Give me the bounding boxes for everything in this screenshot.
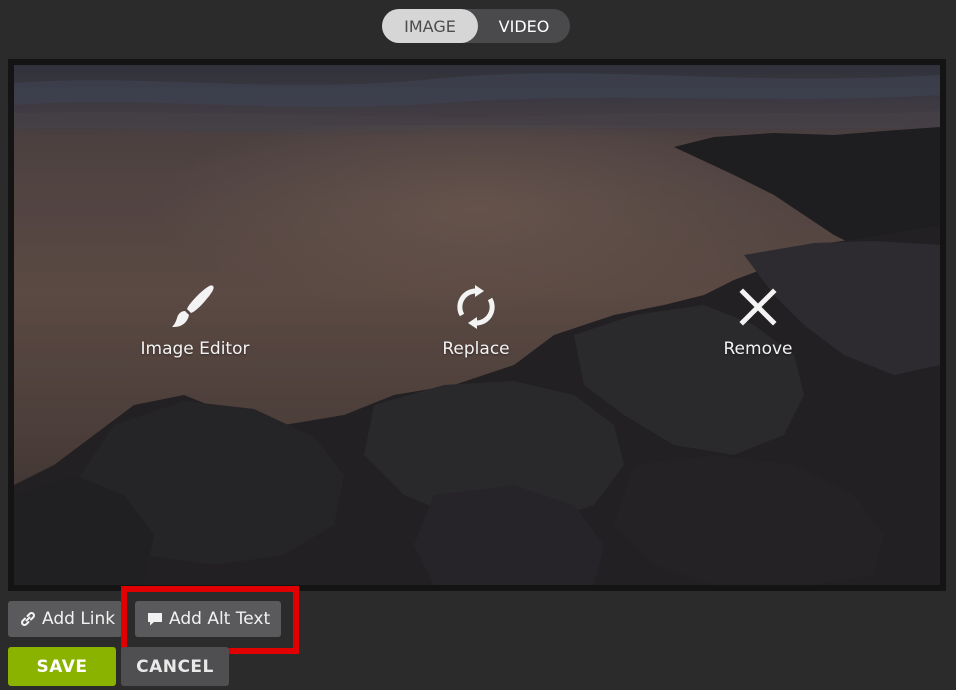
- image-editor-label: Image Editor: [140, 339, 250, 359]
- close-icon: [735, 283, 781, 331]
- save-button[interactable]: SAVE: [8, 647, 116, 686]
- media-type-toggle: IMAGE VIDEO: [382, 9, 570, 43]
- tab-video[interactable]: VIDEO: [478, 9, 570, 43]
- add-alt-text-button[interactable]: Add Alt Text: [135, 601, 281, 637]
- image-preview: Image Editor Replace Remove: [14, 65, 940, 585]
- image-preview-frame: Image Editor Replace Remove: [8, 59, 946, 591]
- add-link-label: Add Link: [42, 609, 116, 629]
- comment-icon: [146, 610, 164, 628]
- remove-button[interactable]: Remove: [683, 283, 833, 367]
- image-editor-button[interactable]: Image Editor: [120, 283, 270, 367]
- add-alt-text-label: Add Alt Text: [169, 609, 271, 629]
- replace-button[interactable]: Replace: [401, 283, 551, 367]
- replace-label: Replace: [442, 339, 510, 359]
- tab-image[interactable]: IMAGE: [382, 9, 478, 43]
- remove-label: Remove: [723, 339, 793, 359]
- cancel-button[interactable]: CANCEL: [121, 647, 229, 686]
- link-icon: [19, 610, 37, 628]
- image-action-overlay: Image Editor Replace Remove: [14, 65, 940, 585]
- add-link-button[interactable]: Add Link: [8, 601, 122, 637]
- paintbrush-icon: [172, 283, 218, 331]
- image-settings-panel: IMAGE VIDEO Image Editor Replace Remove …: [0, 0, 956, 690]
- refresh-icon: [453, 283, 499, 331]
